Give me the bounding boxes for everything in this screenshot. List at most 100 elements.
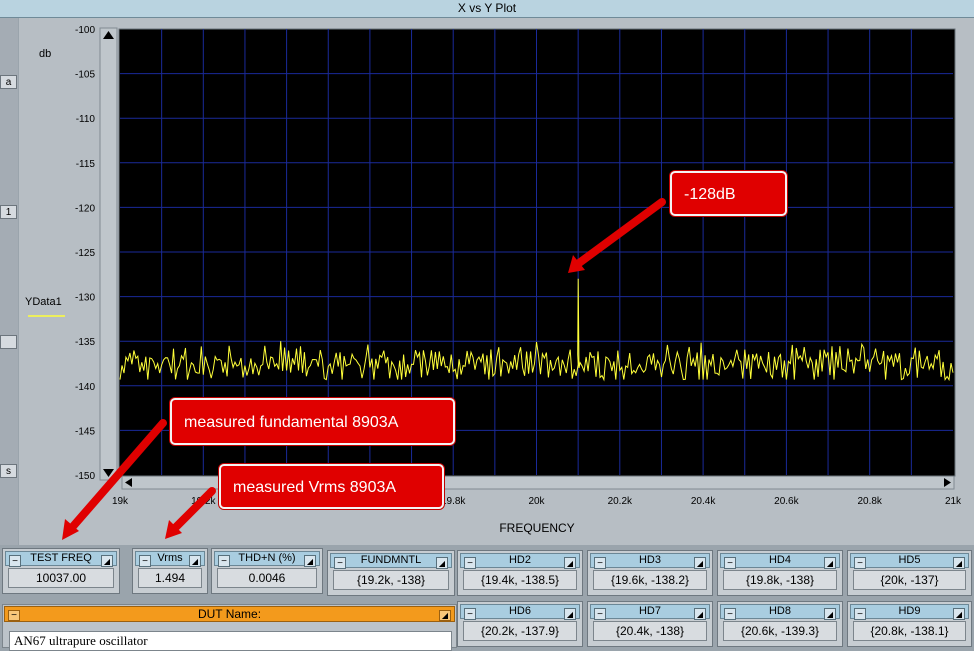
x-tick-label: 19k	[112, 496, 129, 507]
vertical-scrollbar[interactable]	[99, 27, 118, 481]
indicator-value: {20.8k, -138.1}	[853, 621, 966, 641]
minus-icon[interactable]: −	[334, 557, 346, 569]
minus-icon[interactable]: −	[594, 557, 606, 569]
indicator-hd4: − HD4 ◢ {19.8k, -138}	[717, 550, 843, 596]
y-tick-label: -100	[75, 25, 95, 36]
callout-vrms: measured Vrms 8903A	[219, 464, 444, 509]
minus-icon[interactable]: −	[9, 555, 21, 567]
indicator-header: − Vrms ◢	[135, 551, 205, 567]
indicator-header: − HD4 ◢	[720, 553, 840, 569]
indicator-header: − HD7 ◢	[590, 604, 710, 620]
indicator-value: 0.0046	[217, 568, 317, 588]
indicator-header: − HD9 ◢	[850, 604, 969, 620]
minus-icon[interactable]: −	[854, 557, 866, 569]
x-tick-label: 21k	[945, 496, 962, 507]
y-tick-label: -150	[75, 471, 95, 482]
indicator-header: − HD3 ◢	[590, 553, 710, 569]
indicator-header: − HD5 ◢	[850, 553, 969, 569]
indicator-hd2: − HD2 ◢ {19.4k, -138.5}	[457, 550, 583, 596]
indicator-value: {20.6k, -139.3}	[723, 621, 837, 641]
indicator-hd3: − HD3 ◢ {19.6k, -138.2}	[587, 550, 713, 596]
callout-peak: -128dB	[670, 171, 787, 216]
y-tick-label: -110	[76, 114, 96, 125]
y-tick-label: -145	[75, 426, 95, 437]
xy-plot-panel: -100 -105 -110 -115 -120 -125 -130 -135 -140 -145…	[19, 18, 974, 545]
minus-icon[interactable]: −	[724, 557, 736, 569]
y-tick-label: -135	[75, 337, 95, 348]
corner-arrow-icon[interactable]: ◢	[304, 555, 316, 567]
window-title-bar: X vs Y Plot	[0, 0, 974, 18]
minus-icon[interactable]: −	[8, 610, 20, 621]
indicator-header: − TEST FREQ ◢	[5, 551, 117, 567]
y-tick-label: -115	[76, 159, 96, 170]
indicator-label: THD+N (%)	[238, 552, 296, 564]
minus-icon[interactable]: −	[594, 608, 606, 620]
corner-arrow-icon[interactable]: ◢	[439, 610, 451, 621]
indicator-value: {19.6k, -138.2}	[593, 570, 707, 590]
y-tick-label: -125	[75, 248, 95, 259]
dut-name-label: DUT Name:	[197, 607, 262, 621]
legend-series-name: YData1	[25, 296, 62, 308]
indicator-test-freq: − TEST FREQ ◢ 10037.00	[2, 548, 120, 594]
indicator-label: HD7	[638, 605, 661, 617]
x-axis-label: FREQUENCY	[499, 521, 574, 535]
corner-arrow-icon[interactable]: ◢	[101, 555, 113, 567]
y-tick-label: -105	[75, 70, 95, 81]
corner-arrow-icon[interactable]: ◢	[564, 557, 576, 569]
indicator-label: FUNDMNTL	[360, 554, 422, 566]
indicator-value: {19.4k, -138.5}	[463, 570, 577, 590]
indicator-hd8: − HD8 ◢ {20.6k, -139.3}	[717, 601, 843, 647]
corner-arrow-icon[interactable]: ◢	[189, 555, 201, 567]
left-strip-button-4[interactable]: s	[0, 464, 17, 478]
indicator-header: − HD8 ◢	[720, 604, 840, 620]
x-tick-label: 20.6k	[774, 496, 799, 507]
y-tick-label: -130	[75, 293, 95, 304]
corner-arrow-icon[interactable]: ◢	[694, 557, 706, 569]
indicator-value: {20k, -137}	[853, 570, 966, 590]
corner-arrow-icon[interactable]: ◢	[694, 608, 706, 620]
indicator-hd5: − HD5 ◢ {20k, -137}	[847, 550, 972, 596]
minus-icon[interactable]: −	[464, 608, 476, 620]
x-tick-label: 20.2k	[608, 496, 633, 507]
x-tick-label: 19.8k	[441, 496, 466, 507]
xy-plot: -100 -105 -110 -115 -120 -125 -130 -135 -140 -145…	[19, 18, 974, 545]
y-axis-label: db	[39, 48, 51, 60]
minus-icon[interactable]: −	[724, 608, 736, 620]
indicator-header: − HD2 ◢	[460, 553, 580, 569]
left-strip-button-1[interactable]: a	[0, 75, 17, 89]
minus-icon[interactable]: −	[854, 608, 866, 620]
corner-arrow-icon[interactable]: ◢	[953, 608, 965, 620]
indicator-header: − THD+N (%) ◢	[214, 551, 320, 567]
minus-icon[interactable]: −	[464, 557, 476, 569]
dut-name-panel: − DUT Name: ◢ AN67 ultrapure oscillator	[2, 604, 457, 651]
corner-arrow-icon[interactable]: ◢	[824, 557, 836, 569]
x-tick-label: 20k	[528, 496, 545, 507]
corner-arrow-icon[interactable]: ◢	[436, 557, 448, 569]
minus-icon[interactable]: −	[218, 555, 230, 567]
y-tick-label: -120	[75, 203, 95, 214]
indicator-label: HD6	[508, 605, 531, 617]
indicator-label: Vrms	[157, 552, 183, 564]
dut-name-field[interactable]: AN67 ultrapure oscillator	[9, 631, 452, 651]
indicator-header: − FUNDMNTL ◢	[330, 553, 452, 569]
corner-arrow-icon[interactable]: ◢	[824, 608, 836, 620]
indicator-thd-n: − THD+N (%) ◢ 0.0046	[211, 548, 323, 594]
indicator-header: − HD6 ◢	[460, 604, 580, 620]
indicator-label: HD3	[638, 554, 661, 566]
corner-arrow-icon[interactable]: ◢	[953, 557, 965, 569]
window-title: X vs Y Plot	[457, 1, 517, 15]
left-strip-button-2[interactable]: 1	[0, 205, 17, 219]
indicator-value: {20.4k, -138}	[593, 621, 707, 641]
left-strip-button-3[interactable]	[0, 335, 17, 349]
indicator-value: {19.8k, -138}	[723, 570, 837, 590]
indicator-label: HD2	[508, 554, 531, 566]
indicator-label: HD5	[898, 554, 921, 566]
indicator-hd7: − HD7 ◢ {20.4k, -138}	[587, 601, 713, 647]
indicator-vrms: − Vrms ◢ 1.494	[132, 548, 208, 594]
minus-icon[interactable]: −	[139, 555, 151, 567]
indicator-label: HD9	[898, 605, 921, 617]
corner-arrow-icon[interactable]: ◢	[564, 608, 576, 620]
indicator-hd9: − HD9 ◢ {20.8k, -138.1}	[847, 601, 972, 647]
indicator-value: {20.2k, -137.9}	[463, 621, 577, 641]
indicator-value: {19.2k, -138}	[333, 570, 449, 590]
